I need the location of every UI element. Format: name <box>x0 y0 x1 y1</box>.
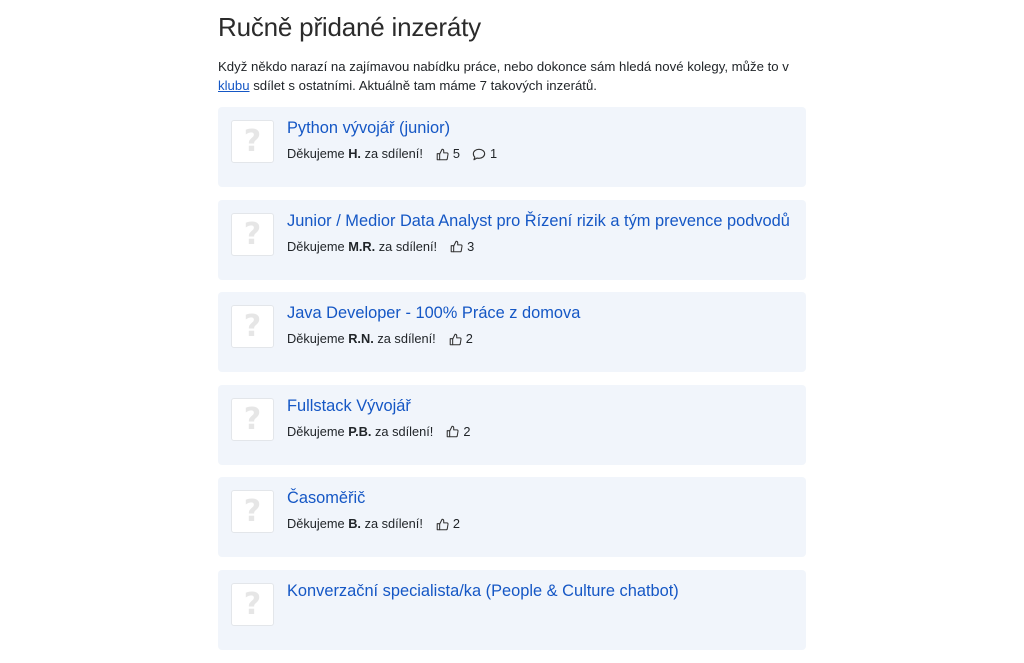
comments-count: 1 <box>490 146 498 161</box>
likes-stat: 3 <box>450 238 474 256</box>
job-meta: Děkujeme M.R. za sdílení! 3 <box>287 238 474 256</box>
likes-count: 3 <box>467 238 475 254</box>
author-name: R.N. <box>348 331 374 347</box>
thanks-suffix: za sdílení! <box>364 146 423 161</box>
job-title-link[interactable]: Fullstack Vývojář <box>287 395 411 417</box>
job-meta: Děkujeme R.N. za sdílení! 2 <box>287 330 473 348</box>
thumbs-up-icon <box>450 240 463 253</box>
thumbs-up-icon <box>436 148 449 160</box>
placeholder-question-icon: ? <box>231 490 274 534</box>
placeholder-question-icon: ? <box>231 305 274 349</box>
likes-count: 2 <box>465 331 473 347</box>
author-name: M.R. <box>348 238 376 254</box>
job-title-link[interactable]: Java Developer - 100% Práce z domova <box>287 302 580 324</box>
comment-icon <box>472 148 486 160</box>
job-card: ? Časoměřič Děkujeme B. za sdílení! 2 <box>218 477 806 558</box>
job-meta: Děkujeme B. za sdílení! 2 <box>287 515 460 533</box>
placeholder-question-icon: ? <box>231 397 274 441</box>
likes-count: 5 <box>452 146 461 161</box>
job-meta: Děkujeme H. za sdílení! 5 1 <box>287 145 497 163</box>
job-title-link[interactable]: Python vývojář (junior) <box>287 117 450 139</box>
thanks-prefix: Děkujeme <box>287 238 345 254</box>
job-meta: Děkujeme P.B. za sdílení! 2 <box>287 423 470 441</box>
thumbs-up-icon <box>436 518 449 531</box>
thanks-suffix: za sdílení! <box>377 331 436 347</box>
intro-text-before: Když někdo narazí na zajímavou nabídku p… <box>218 59 789 74</box>
author-name: B. <box>348 516 361 532</box>
placeholder-question-icon: ? <box>231 120 274 163</box>
likes-stat: 2 <box>446 423 470 441</box>
intro-text: Když někdo narazí na zajímavou nabídku p… <box>218 57 806 95</box>
job-title-link[interactable]: Časoměřič <box>287 487 365 509</box>
job-title-link[interactable]: Konverzační specialista/ka (People & Cul… <box>287 580 679 602</box>
job-card: ? Junior / Medior Data Analyst pro Řízen… <box>218 199 806 280</box>
club-link[interactable]: klubu <box>218 78 250 93</box>
job-list: ? Python vývojář (junior) Děkujeme H. za… <box>218 107 806 650</box>
placeholder-question-icon: ? <box>231 582 274 626</box>
thanks-suffix: za sdílení! <box>364 516 423 532</box>
page: Ručně přidané inzeráty Když někdo narazí… <box>218 0 806 663</box>
likes-stat: 2 <box>449 330 473 348</box>
job-card: ? Java Developer - 100% Práce z domova D… <box>218 292 806 373</box>
author-name: H. <box>348 146 361 161</box>
likes-stat: 2 <box>436 515 460 533</box>
thumbs-up-icon <box>449 333 462 345</box>
thanks-prefix: Děkujeme <box>287 331 345 347</box>
likes-count: 2 <box>463 423 471 439</box>
comments-stat: 1 <box>472 145 497 163</box>
likes-count: 2 <box>452 516 461 532</box>
thanks-suffix: za sdílení! <box>375 423 434 439</box>
thanks-prefix: Děkujeme <box>287 423 345 439</box>
job-card: ? Python vývojář (junior) Děkujeme H. za… <box>218 107 806 187</box>
thumbs-up-icon <box>447 425 459 438</box>
job-title-link[interactable]: Junior / Medior Data Analyst pro Řízení … <box>287 210 790 232</box>
placeholder-question-icon: ? <box>231 212 274 256</box>
thanks-prefix: Děkujeme <box>287 516 345 532</box>
author-name: P.B. <box>348 423 372 439</box>
page-title: Ručně přidané inzeráty <box>218 12 481 42</box>
likes-stat: 5 <box>436 145 460 163</box>
job-card: ? Konverzační specialista/ka (People & C… <box>218 569 806 650</box>
thanks-prefix: Děkujeme <box>287 146 345 161</box>
intro-text-after: sdí­let s ostatními. Aktuálně tam máme 7… <box>249 78 597 93</box>
job-card: ? Fullstack Vývojář Děkujeme P.B. za sdí… <box>218 384 806 465</box>
thanks-suffix: za sdílení! <box>378 238 438 254</box>
